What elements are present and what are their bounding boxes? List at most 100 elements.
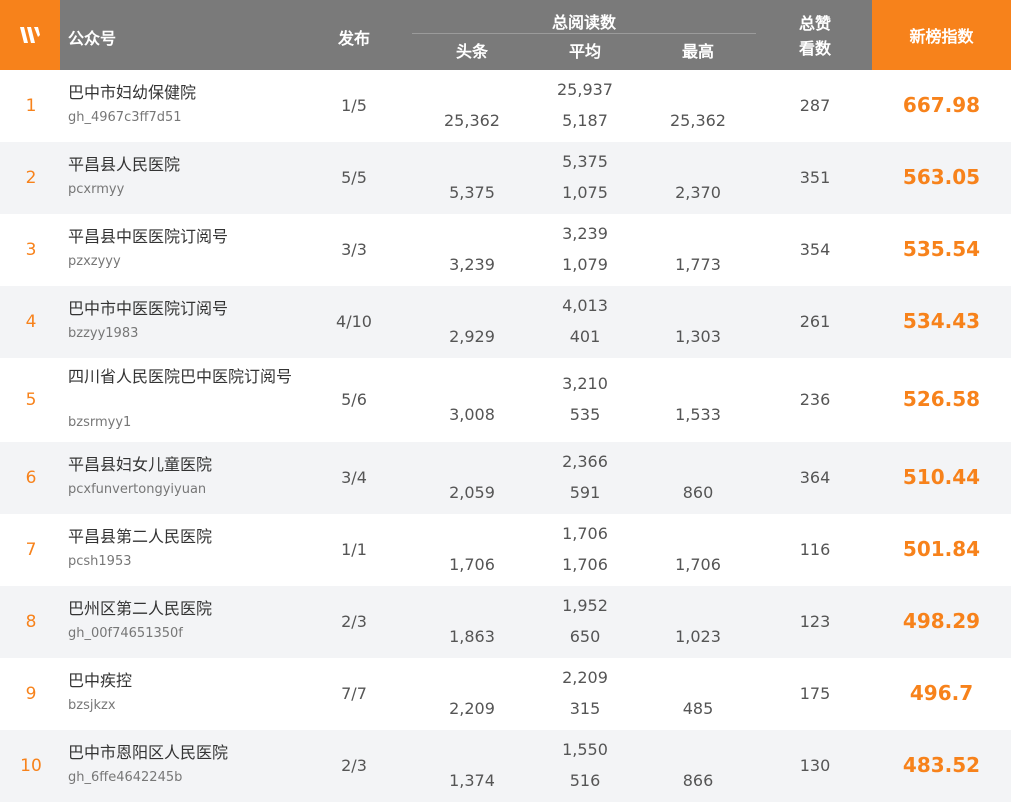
headline-reads: 2,209 xyxy=(449,699,495,718)
index-score: 535.54 xyxy=(902,237,981,261)
header-likes-line1: 总赞 xyxy=(798,14,831,33)
account-name[interactable]: 平昌县人民医院 xyxy=(68,154,308,176)
table-row[interactable]: 4 巴中市中医医院订阅号 bzzyy1983 4/10 4,013 2,929 401 1,3… xyxy=(0,286,1011,358)
header-total-reads[interactable]: 总阅读数 xyxy=(412,9,756,33)
account-id: pzxzyyy xyxy=(68,254,121,269)
likes-count: 116 xyxy=(799,540,831,559)
index-score: 667.98 xyxy=(902,93,981,117)
publish-count: 7/7 xyxy=(341,684,367,703)
table-header: 公众号 发布 总阅读数 头条 平均 最高 总赞 看数 新榜指数 xyxy=(0,0,1011,70)
likes-count: 123 xyxy=(799,612,831,631)
max-reads: 1,533 xyxy=(675,405,721,424)
account-id: pcxfunvertongyiyuan xyxy=(68,482,207,497)
table-row[interactable]: 1 巴中市妇幼保健院 gh_4967c3ff7d51 1/5 25,937 25,362 5… xyxy=(0,70,1011,142)
max-reads: 1,773 xyxy=(675,255,721,274)
rank-number: 1 xyxy=(25,96,37,116)
average-reads: 1,706 xyxy=(562,555,608,574)
account-name[interactable]: 巴中市恩阳区人民医院 xyxy=(68,742,308,764)
account-id: bzzyy1983 xyxy=(68,326,139,341)
rank-number: 4 xyxy=(25,312,37,332)
headline-reads: 1,706 xyxy=(449,555,495,574)
average-reads: 591 xyxy=(569,483,601,502)
index-score: 526.58 xyxy=(902,387,981,411)
max-reads: 2,370 xyxy=(675,183,721,202)
account-name[interactable]: 平昌县妇女儿童医院 xyxy=(68,454,308,476)
rank-number: 5 xyxy=(25,390,37,410)
account-name[interactable]: 平昌县中医医院订阅号 xyxy=(68,226,308,248)
average-reads: 516 xyxy=(569,771,601,790)
header-headline[interactable]: 头条 xyxy=(422,38,522,62)
ranking-table: 公众号 发布 总阅读数 头条 平均 最高 总赞 看数 新榜指数 1 巴中市妇幼保健… xyxy=(0,0,1011,802)
account-name[interactable]: 巴中疾控 xyxy=(68,670,308,692)
likes-count: 354 xyxy=(799,240,831,259)
header-max[interactable]: 最高 xyxy=(648,38,748,62)
account-id: bzsrmyy1 xyxy=(68,415,132,430)
total-reads: 25,937 xyxy=(557,80,613,99)
total-reads: 2,366 xyxy=(562,452,608,471)
max-reads: 485 xyxy=(682,699,714,718)
publish-count: 1/5 xyxy=(341,96,367,115)
account-name[interactable]: 巴中市妇幼保健院 xyxy=(68,82,308,104)
likes-count: 351 xyxy=(799,168,831,187)
max-reads: 1,706 xyxy=(675,555,721,574)
average-reads: 650 xyxy=(569,627,601,646)
max-reads: 866 xyxy=(682,771,714,790)
account-id: pcsh1953 xyxy=(68,554,132,569)
header-index-cell[interactable]: 新榜指数 xyxy=(872,0,1011,70)
account-id: bzsjkzx xyxy=(68,698,116,713)
headline-reads: 1,374 xyxy=(449,771,495,790)
headline-reads: 3,008 xyxy=(449,405,495,424)
logo xyxy=(0,0,60,70)
rank-number: 7 xyxy=(25,540,37,560)
header-publish[interactable]: 发布 xyxy=(334,25,374,49)
average-reads: 1,079 xyxy=(562,255,608,274)
header-likes-line2: 看数 xyxy=(798,39,831,58)
likes-count: 236 xyxy=(799,390,831,409)
publish-count: 3/4 xyxy=(341,468,367,487)
header-index: 新榜指数 xyxy=(909,27,974,46)
account-name[interactable]: 巴中市中医医院订阅号 xyxy=(68,298,308,320)
table-row[interactable]: 7 平昌县第二人民医院 pcsh1953 1/1 1,706 1,706 1,706 1,70… xyxy=(0,514,1011,586)
likes-count: 261 xyxy=(799,312,831,331)
publish-count: 3/3 xyxy=(341,240,367,259)
account-id: pcxrmyy xyxy=(68,182,125,197)
likes-count: 364 xyxy=(799,468,831,487)
table-row[interactable]: 6 平昌县妇女儿童医院 pcxfunvertongyiyuan 3/4 2,366 2,0… xyxy=(0,442,1011,514)
index-score: 534.43 xyxy=(902,309,981,333)
index-score: 483.52 xyxy=(902,753,981,777)
total-reads: 1,550 xyxy=(562,740,608,759)
average-reads: 5,187 xyxy=(562,111,608,130)
index-score: 510.44 xyxy=(902,465,981,489)
likes-count: 287 xyxy=(799,96,831,115)
header-likes[interactable]: 总赞 看数 xyxy=(775,11,855,61)
account-id: gh_4967c3ff7d51 xyxy=(68,110,182,125)
rank-number: 10 xyxy=(20,756,42,776)
table-row[interactable]: 5 四川省人民医院巴中医院订阅号 bzsrmyy1 5/6 3,210 3,008 535 1… xyxy=(0,358,1011,442)
publish-count: 2/3 xyxy=(341,756,367,775)
max-reads: 1,303 xyxy=(675,327,721,346)
header-average[interactable]: 平均 xyxy=(535,38,635,62)
table-row[interactable]: 10 巴中市恩阳区人民医院 gh_6ffe4642245b 2/3 1,550 1,374… xyxy=(0,730,1011,802)
table-row[interactable]: 9 巴中疾控 bzsjkzx 7/7 2,209 2,209 315 485 175 496.7 xyxy=(0,658,1011,730)
total-reads: 5,375 xyxy=(562,152,608,171)
account-name[interactable]: 平昌县第二人民医院 xyxy=(68,526,308,548)
max-reads: 860 xyxy=(682,483,714,502)
max-reads: 1,023 xyxy=(675,627,721,646)
average-reads: 315 xyxy=(569,699,601,718)
table-row[interactable]: 3 平昌县中医医院订阅号 pzxzyyy 3/3 3,239 3,239 1,079 1,77… xyxy=(0,214,1011,286)
index-score: 501.84 xyxy=(902,537,981,561)
table-row[interactable]: 2 平昌县人民医院 pcxrmyy 5/5 5,375 5,375 1,075 2,370 35… xyxy=(0,142,1011,214)
account-name[interactable]: 巴州区第二人民医院 xyxy=(68,598,308,620)
publish-count: 4/10 xyxy=(336,312,372,331)
table-row[interactable]: 8 巴州区第二人民医院 gh_00f74651350f 2/3 1,952 1,863 65… xyxy=(0,586,1011,658)
average-reads: 401 xyxy=(569,327,601,346)
total-reads: 3,239 xyxy=(562,224,608,243)
header-account[interactable]: 公众号 xyxy=(68,25,116,49)
publish-count: 5/6 xyxy=(341,390,367,409)
likes-count: 130 xyxy=(799,756,831,775)
account-name[interactable]: 四川省人民医院巴中医院订阅号 xyxy=(68,366,308,388)
rank-number: 8 xyxy=(25,612,37,632)
index-score: 496.7 xyxy=(909,681,974,705)
total-reads: 3,210 xyxy=(562,374,608,393)
publish-count: 2/3 xyxy=(341,612,367,631)
